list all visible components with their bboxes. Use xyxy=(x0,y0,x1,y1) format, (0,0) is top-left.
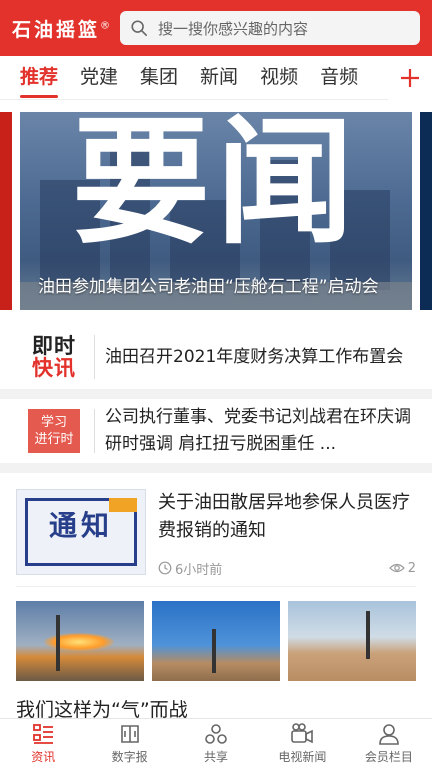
video-camera-icon xyxy=(291,723,314,744)
news-views: 2 xyxy=(388,560,416,576)
nav-label: 资讯 xyxy=(31,750,56,764)
logo-registered-mark: ® xyxy=(100,20,111,32)
tab-video[interactable]: 视频 xyxy=(260,56,298,100)
tab-group[interactable]: 集团 xyxy=(140,56,178,100)
nav-item-share[interactable]: 共享 xyxy=(173,719,259,768)
flash-news-item[interactable]: 学习 进行时 公司执行董事、党委书记刘战君在环庆调研时强调 肩扛扭亏脱困重任 .… xyxy=(0,399,432,463)
header-bar: 石油摇篮® 搜一搜你感兴趣的内容 xyxy=(0,0,432,56)
app-logo: 石油摇篮® xyxy=(12,15,110,42)
banner-prev-slide[interactable] xyxy=(0,112,12,310)
study-badge-line1: 学习 xyxy=(40,415,67,430)
nav-item-news[interactable]: 资讯 xyxy=(0,719,86,768)
flash-news-text: 公司执行董事、党委书记刘战君在环庆调研时强调 肩扛扭亏脱困重任 ... xyxy=(105,407,411,454)
news-photo-row[interactable] xyxy=(16,601,416,681)
newspaper-icon xyxy=(120,725,139,743)
instant-news-logo-line2: 快讯 xyxy=(32,356,76,380)
flash-news-item[interactable]: 即时 快讯 油田召开2021年度财务决算工作布置会 xyxy=(0,325,432,389)
nav-item-member[interactable]: 会员栏目 xyxy=(346,719,432,768)
app-root: 石油摇篮® 搜一搜你感兴趣的内容 推荐 党建 集团 新闻 视频 音频 要闻 油田… xyxy=(0,0,432,768)
oil-rig xyxy=(56,615,60,671)
news-views-count: 2 xyxy=(407,560,416,576)
study-badge-line2: 进行时 xyxy=(34,432,74,447)
news-photo xyxy=(16,601,144,681)
news-photo xyxy=(288,601,416,681)
divider xyxy=(94,335,95,379)
study-badge: 学习 进行时 xyxy=(16,403,92,459)
logo-text: 石油摇篮 xyxy=(12,18,101,41)
flash-news-text: 油田召开2021年度财务决算工作布置会 xyxy=(105,346,404,367)
notice-thumbnail-text: 通知 xyxy=(48,509,113,542)
search-bar[interactable]: 搜一搜你感兴趣的内容 xyxy=(120,11,420,45)
news-thumbnail: 通知 xyxy=(16,489,146,575)
bottom-nav: 资讯 数字报 共享 电视新闻 会员栏目 xyxy=(0,718,432,768)
oil-rig xyxy=(212,629,216,673)
tab-recommend[interactable]: 推荐 xyxy=(20,56,59,100)
channel-tabs: 推荐 党建 集团 新闻 视频 音频 xyxy=(0,56,432,100)
plus-icon xyxy=(401,69,419,87)
divider xyxy=(16,586,416,587)
oil-rig xyxy=(366,611,370,659)
search-icon xyxy=(131,20,148,37)
news-list: 通知 关于油田散居异地参保人员医疗费报销的通知 6小时前 2 我们这样为“气”而… xyxy=(0,473,432,721)
banner-caption: 油田参加集团公司老油田“压舱石工程”启动会 xyxy=(38,277,379,297)
instant-news-logo-line1: 即时 xyxy=(32,334,76,358)
flare-flame xyxy=(44,633,114,651)
nav-label: 会员栏目 xyxy=(364,750,413,764)
clock-icon xyxy=(158,561,172,575)
banner-next-slide[interactable] xyxy=(420,112,432,310)
search-placeholder: 搜一搜你感兴趣的内容 xyxy=(158,19,309,38)
user-icon xyxy=(379,724,399,745)
add-channel-button[interactable] xyxy=(388,56,432,100)
nav-label: 共享 xyxy=(204,750,229,764)
nav-item-digital-paper[interactable]: 数字报 xyxy=(86,719,172,768)
banner-slide[interactable]: 要闻 油田参加集团公司老油田“压舱石工程”启动会 xyxy=(20,112,412,310)
tab-audio[interactable]: 音频 xyxy=(320,56,358,100)
nav-label: 数字报 xyxy=(111,750,148,764)
nav-label: 电视新闻 xyxy=(278,750,327,764)
divider xyxy=(94,409,95,453)
news-title: 关于油田散居异地参保人员医疗费报销的通知 xyxy=(158,492,410,541)
nav-item-tv-news[interactable]: 电视新闻 xyxy=(259,719,345,768)
news-photo xyxy=(152,601,280,681)
eye-icon xyxy=(388,563,405,573)
share-icon xyxy=(205,724,227,744)
news-time: 6小时前 xyxy=(158,559,222,578)
instant-news-logo: 即时 快讯 xyxy=(16,329,92,385)
news-icon xyxy=(33,724,54,744)
tab-party[interactable]: 党建 xyxy=(80,56,118,100)
banner-carousel: 要闻 油田参加集团公司老油田“压舱石工程”启动会 xyxy=(0,100,432,325)
news-time-text: 6小时前 xyxy=(175,562,223,578)
news-meta: 6小时前 2 xyxy=(158,559,416,578)
tab-news[interactable]: 新闻 xyxy=(200,56,238,100)
news-card[interactable]: 通知 关于油田散居异地参保人员医疗费报销的通知 6小时前 2 xyxy=(16,487,416,581)
banner-headline-graphic: 要闻 xyxy=(71,112,360,263)
